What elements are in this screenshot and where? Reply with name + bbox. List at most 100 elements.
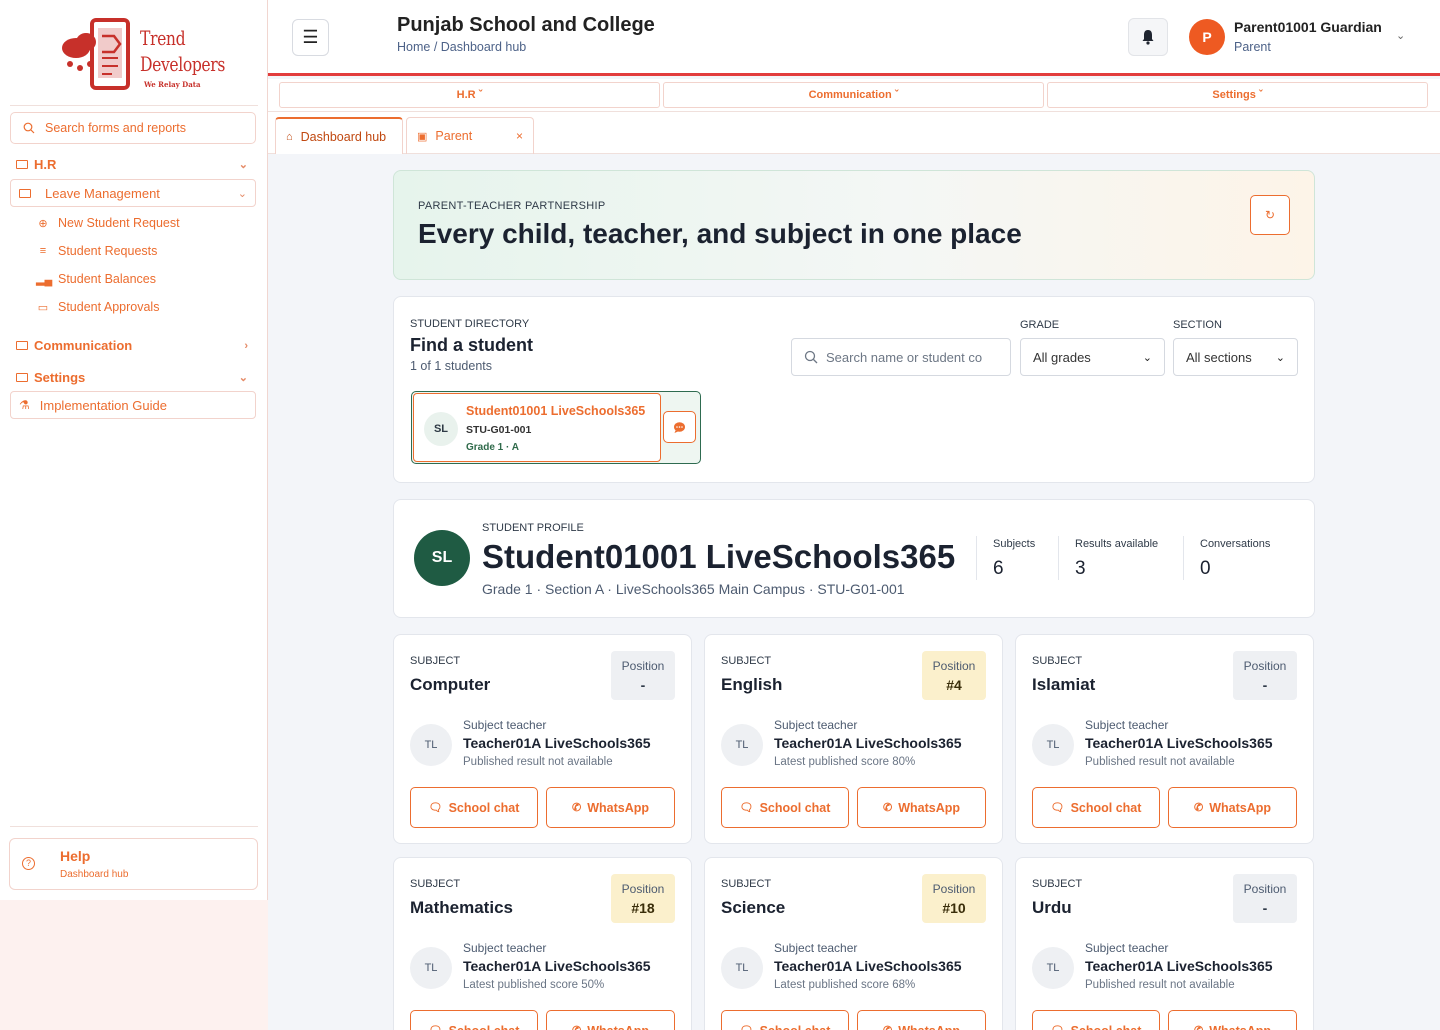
chevron-down-icon: ⌄	[238, 159, 248, 171]
teacher-name: Teacher01A LiveSchools365	[463, 735, 651, 751]
chevron-down-icon[interactable]: ⌄	[1396, 29, 1405, 42]
avatar: TL	[410, 947, 452, 989]
sidebar-section-label: H.R	[34, 157, 57, 172]
menu-hr[interactable]: H.R ˇ	[279, 82, 660, 108]
student-search-input[interactable]: Search name or student co	[791, 338, 1011, 376]
subject-name: Science	[721, 898, 786, 917]
bar-chart-icon: ▂▄	[36, 273, 53, 286]
sidebar-item-label: New Student Request	[58, 216, 180, 230]
menu-communication[interactable]: Communication ˇ	[663, 82, 1044, 108]
subject-card: SUBJECT Mathematics Position #18 TL Subject t…	[393, 857, 692, 1030]
sidebar-item-label: Student Requests	[58, 244, 158, 258]
school-chat-button[interactable]: 🗨 School chat	[410, 1010, 538, 1030]
result-status: Published result not available	[1085, 756, 1235, 768]
teacher-name: Teacher01A LiveSchools365	[774, 958, 962, 974]
grade-label: GRADE	[1020, 319, 1060, 331]
directory-title: Find a student	[410, 335, 533, 355]
result-status: Latest published score 80%	[774, 756, 916, 768]
plus-circle-icon: ⊕	[38, 217, 48, 230]
sidebar-item-new-student-request[interactable]: ⊕ New Student Request	[36, 216, 180, 230]
hamburger-menu-button[interactable]: ☰	[292, 19, 329, 56]
chevron-down-icon: ⌄	[238, 372, 248, 384]
sidebar-item-student-requests[interactable]: ≡ Student Requests	[36, 244, 158, 258]
whatsapp-icon: ✆	[571, 802, 582, 814]
stat-value: 6	[993, 558, 1004, 579]
breadcrumb[interactable]: Home / Dashboard hub	[397, 40, 526, 54]
whatsapp-button[interactable]: ✆ WhatsApp	[546, 787, 675, 828]
teacher-name: Teacher01A LiveSchools365	[463, 958, 651, 974]
teacher-name: Teacher01A LiveSchools365	[1085, 958, 1273, 974]
chat-bubble-icon: 🗨	[429, 1024, 443, 1030]
whatsapp-icon: ✆	[1194, 1024, 1203, 1030]
school-chat-button[interactable]: 🗨 School chat	[1032, 1010, 1160, 1030]
subject-eyebrow: SUBJECT	[410, 655, 461, 667]
stat-conversations: Conversations 0	[1183, 536, 1270, 580]
hero-banner: PARENT-TEACHER PARTNERSHIP Every child, …	[393, 170, 1315, 280]
sidebar-section-settings[interactable]: Settings ⌄	[16, 370, 252, 385]
teacher-name: Teacher01A LiveSchools365	[1085, 735, 1273, 751]
position-badge: Position -	[1233, 874, 1297, 923]
sidebar-section-label: Communication	[34, 338, 133, 353]
school-chat-button[interactable]: 🗨 School chat	[410, 787, 538, 828]
position-label: Position	[621, 882, 665, 896]
tab-parent[interactable]: ▣ Parent ×	[406, 117, 534, 154]
hero-eyebrow: PARENT-TEACHER PARTNERSHIP	[418, 200, 606, 212]
divider	[10, 826, 258, 827]
student-card[interactable]: SL Student01001 LiveSchools365 STU-G01-0…	[413, 393, 661, 462]
whatsapp-button[interactable]: ✆ WhatsApp	[1168, 787, 1297, 828]
menu-label: H.R	[456, 89, 476, 101]
sidebar-item-student-balances[interactable]: ▂▄ Student Balances	[36, 272, 156, 286]
sidebar-section-communication[interactable]: Communication ›	[16, 338, 252, 353]
position-value: #10	[942, 900, 966, 916]
subject-eyebrow: SUBJECT	[1032, 655, 1083, 667]
chevron-down-icon: ⌄	[1275, 351, 1285, 364]
subject-card: SUBJECT Urdu Position - TL Subject teacher Tea…	[1015, 857, 1314, 1030]
school-chat-button[interactable]: 🗨 School chat	[1032, 787, 1160, 828]
whatsapp-button[interactable]: ✆ WhatsApp	[1168, 1010, 1297, 1030]
sidebar-item-student-approvals[interactable]: ▭ Student Approvals	[36, 300, 160, 314]
grade-select-value: All grades	[1033, 349, 1091, 365]
avatar: TL	[1032, 724, 1074, 766]
tab-dashboard-hub[interactable]: ⌂ Dashboard hub	[275, 117, 403, 154]
sidebar-search-input[interactable]: Search forms and reports	[10, 112, 256, 144]
chat-bubble-icon: 🗨	[739, 802, 754, 814]
student-name: Student01001 LiveSchools365	[466, 404, 646, 418]
chat-bubble-icon: 🗨	[740, 1024, 754, 1030]
avatar: TL	[1032, 947, 1074, 989]
whatsapp-button[interactable]: ✆ WhatsApp	[857, 1010, 986, 1030]
whatsapp-button[interactable]: ✆ WhatsApp	[546, 1010, 675, 1030]
brand-name-line2: Developers	[140, 52, 225, 76]
module-menu-bar: H.R ˇ Communication ˇ Settings ˇ	[268, 79, 1440, 112]
avatar: SL	[414, 530, 470, 586]
student-chat-button[interactable]	[663, 411, 696, 443]
close-icon[interactable]: ×	[516, 129, 523, 143]
signpost-icon: ⚗	[19, 398, 30, 412]
avatar[interactable]: P	[1189, 19, 1225, 55]
position-value: #4	[946, 677, 962, 693]
refresh-button[interactable]: ↻	[1250, 195, 1290, 235]
chevron-down-icon: ˇ	[478, 89, 483, 101]
section-select[interactable]: All sections ⌄	[1173, 338, 1298, 376]
profile-eyebrow: STUDENT PROFILE	[482, 522, 584, 534]
chat-bubble-icon: 🗨	[1050, 802, 1065, 814]
button-label: School chat	[1071, 1024, 1142, 1030]
whatsapp-button[interactable]: ✆ WhatsApp	[857, 787, 986, 828]
sidebar-section-leave-management[interactable]: Leave Management ⌄	[10, 179, 256, 207]
notifications-button[interactable]	[1128, 18, 1168, 56]
help-card[interactable]: ? Help Dashboard hub	[9, 838, 258, 890]
position-value: -	[1262, 900, 1268, 916]
grade-select[interactable]: All grades ⌄	[1020, 338, 1165, 376]
avatar: TL	[721, 724, 763, 766]
brand-name-line1: Trend	[140, 26, 186, 50]
user-name[interactable]: Parent01001 Guardian	[1234, 19, 1382, 35]
school-chat-button[interactable]: 🗨 School chat	[721, 787, 849, 828]
profile-meta: Grade 1 · Section A · LiveSchools365 Mai…	[482, 581, 905, 597]
brand-logo[interactable]: Trend Developers We Relay Data	[58, 18, 225, 92]
teacher-label: Subject teacher	[463, 941, 547, 955]
school-chat-button[interactable]: 🗨 School chat	[721, 1010, 849, 1030]
menu-settings[interactable]: Settings ˇ	[1047, 82, 1428, 108]
sidebar-item-label: Student Balances	[58, 272, 156, 286]
sidebar-item-implementation-guide[interactable]: ⚗ Implementation Guide	[10, 391, 256, 419]
help-icon: ?	[22, 857, 35, 870]
sidebar-section-hr[interactable]: H.R ⌄	[16, 157, 252, 172]
